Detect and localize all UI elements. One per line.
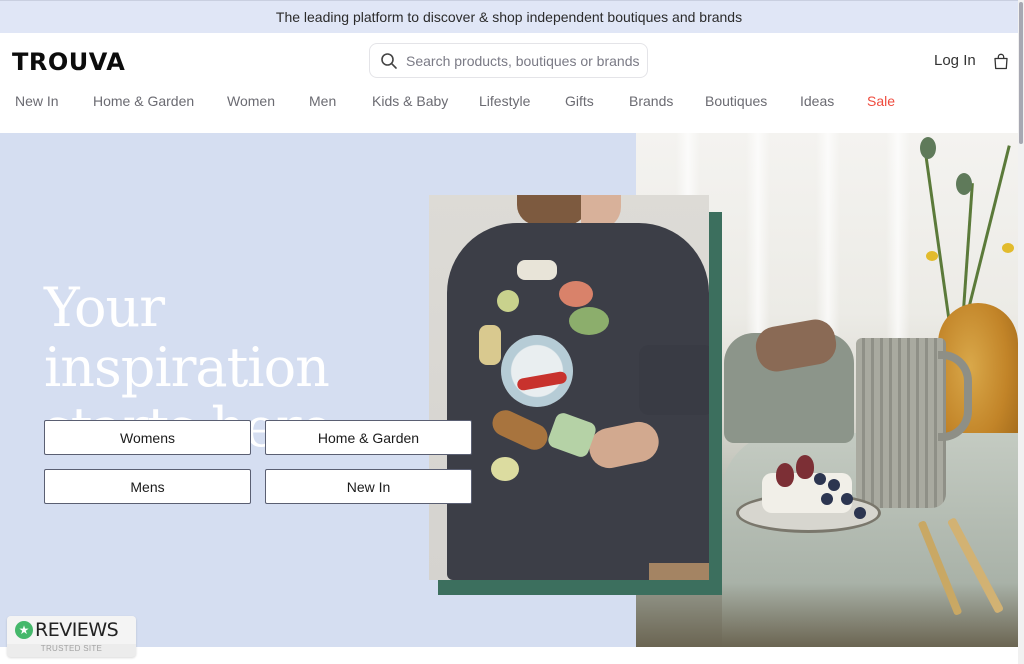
scrollbar-thumb[interactable] bbox=[1019, 2, 1023, 144]
search-icon bbox=[381, 52, 397, 69]
nav-item-gifts[interactable]: Gifts bbox=[565, 93, 594, 109]
nav-item-lifestyle[interactable]: Lifestyle bbox=[479, 93, 530, 109]
mens-button[interactable]: Mens bbox=[44, 469, 251, 504]
reviews-title: REVIEWS bbox=[35, 619, 119, 641]
leopard-skirt bbox=[649, 563, 709, 580]
print-olives bbox=[569, 307, 609, 335]
headline-line-1: Your inspiration bbox=[44, 276, 330, 399]
yellow-flower bbox=[1002, 243, 1014, 253]
blueberry bbox=[821, 493, 833, 505]
nav-item-ideas[interactable]: Ideas bbox=[800, 93, 834, 109]
nav-item-home-garden[interactable]: Home & Garden bbox=[93, 93, 194, 109]
nav-item-kids-baby[interactable]: Kids & Baby bbox=[372, 93, 448, 109]
reviews-badge[interactable]: ★ REVIEWS TRUSTED SITE bbox=[7, 616, 136, 657]
nav-item-women[interactable]: Women bbox=[227, 93, 275, 109]
curtain-fold bbox=[886, 133, 910, 353]
flower-stem bbox=[924, 153, 951, 323]
search-input[interactable] bbox=[406, 52, 641, 69]
nav-item-brands[interactable]: Brands bbox=[629, 93, 673, 109]
logo[interactable]: TROUVA bbox=[12, 48, 125, 76]
print-lemon bbox=[497, 290, 519, 312]
hero-model-image[interactable] bbox=[429, 195, 709, 580]
print-place-card bbox=[517, 260, 557, 280]
login-link[interactable]: Log In bbox=[934, 52, 976, 69]
ribbed-jug bbox=[856, 338, 946, 508]
fig bbox=[776, 463, 794, 487]
nav-item-new-in[interactable]: New In bbox=[15, 93, 59, 109]
model-hair bbox=[517, 195, 587, 225]
print-shrimp bbox=[559, 281, 593, 307]
jug-handle bbox=[938, 351, 972, 441]
fig bbox=[796, 455, 814, 479]
search-box[interactable] bbox=[369, 43, 648, 78]
blueberry bbox=[828, 479, 840, 491]
reviews-badge-header: ★ REVIEWS bbox=[7, 616, 136, 644]
promo-bar: The leading platform to discover & shop … bbox=[0, 0, 1018, 33]
flower-stem bbox=[964, 145, 1011, 321]
reviews-subtitle: TRUSTED SITE bbox=[40, 644, 103, 653]
flower-stem bbox=[961, 183, 974, 323]
site-header: TROUVA Log In New In Home & Garden Women… bbox=[0, 33, 1018, 133]
shopping-bag-icon[interactable] bbox=[993, 53, 1009, 70]
home-garden-button[interactable]: Home & Garden bbox=[265, 420, 472, 455]
print-cocktail bbox=[479, 325, 501, 365]
nav-item-boutiques[interactable]: Boutiques bbox=[705, 93, 767, 109]
new-in-button[interactable]: New In bbox=[265, 469, 472, 504]
yellow-flower bbox=[926, 251, 938, 261]
blueberry bbox=[841, 493, 853, 505]
print-butter bbox=[491, 457, 519, 481]
star-badge-icon: ★ bbox=[15, 621, 33, 639]
poppy-pod bbox=[956, 173, 972, 195]
poppy-pod bbox=[920, 137, 936, 159]
hero-banner: Your inspiration starts here Womens Home… bbox=[0, 133, 1018, 647]
promo-text: The leading platform to discover & shop … bbox=[275, 9, 743, 25]
top-sleeve bbox=[639, 345, 709, 415]
nav-item-men[interactable]: Men bbox=[309, 93, 336, 109]
blueberry bbox=[854, 507, 866, 519]
womens-button[interactable]: Womens bbox=[44, 420, 251, 455]
nav-item-sale[interactable]: Sale bbox=[867, 93, 895, 109]
curtain-fold bbox=[746, 133, 770, 353]
blueberry bbox=[814, 473, 826, 485]
